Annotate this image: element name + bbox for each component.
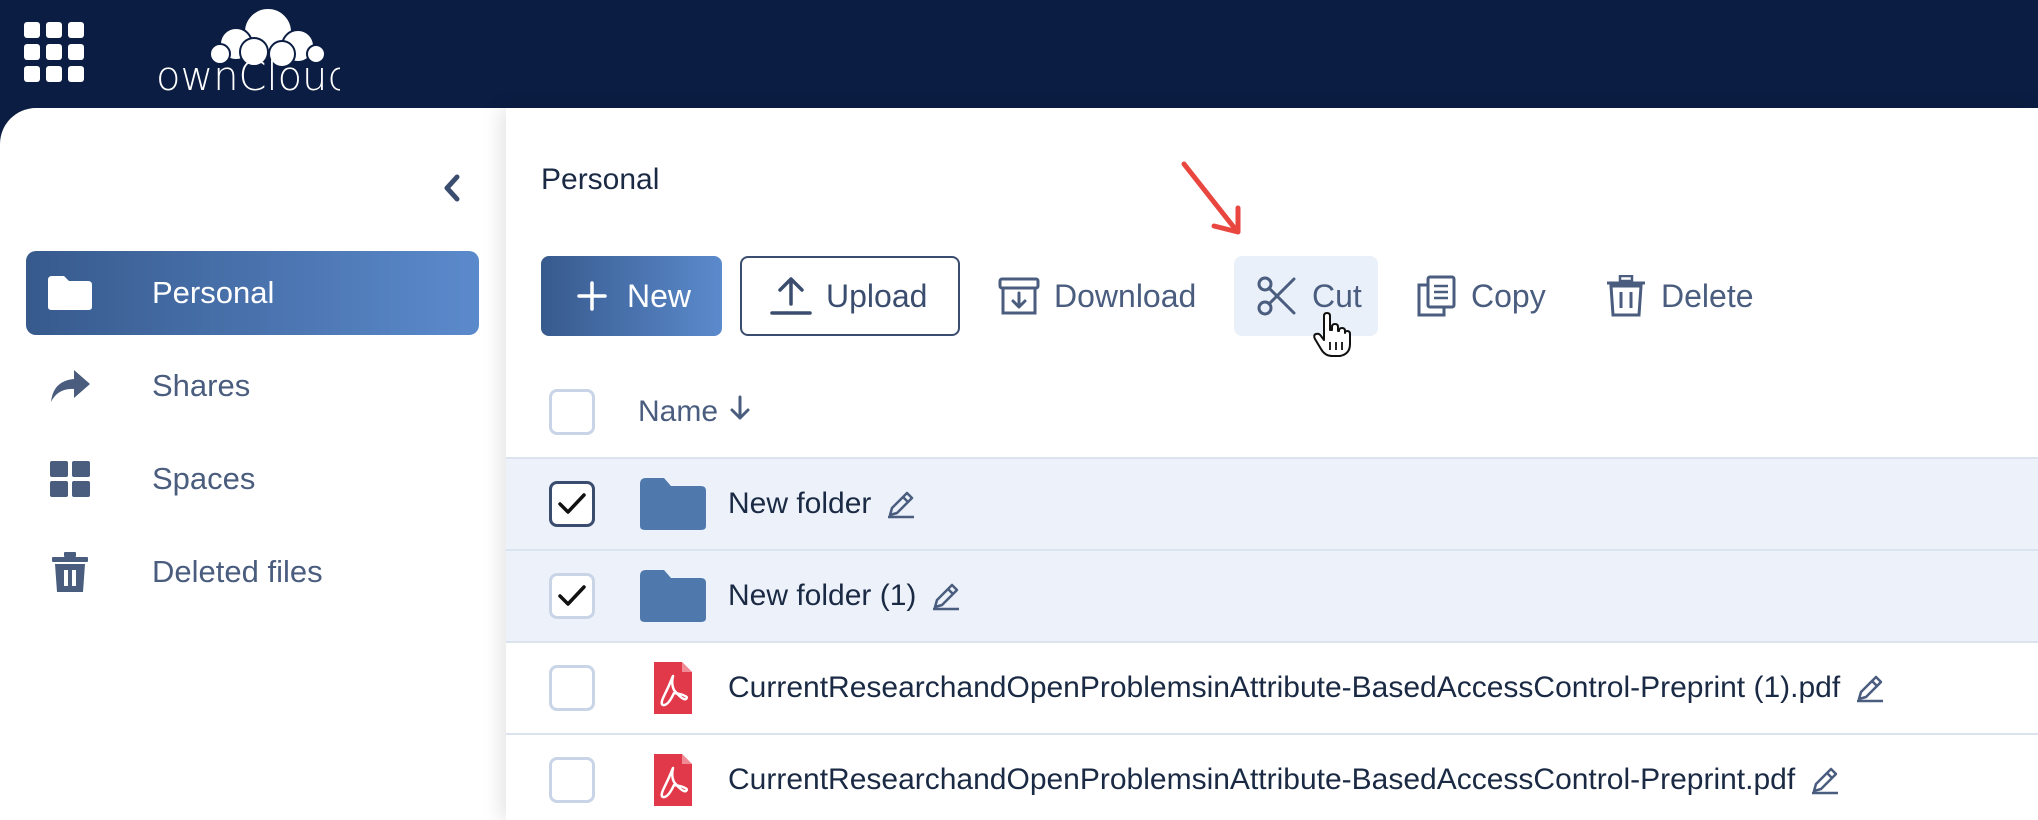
folder-icon [638, 568, 708, 624]
file-name-text: New folder [728, 487, 872, 520]
file-name-link[interactable]: CurrentResearchandOpenProblemsinAttribut… [728, 671, 1886, 705]
sidebar-item-label: Spaces [152, 461, 256, 496]
row-checkbox[interactable] [549, 573, 595, 619]
grid-dot [46, 44, 62, 60]
table-row[interactable]: New folder [506, 459, 2038, 551]
top-bar: ownCloud [0, 0, 2038, 108]
download-button-label: Download [1054, 277, 1197, 314]
collapse-sidebar-button[interactable] [432, 168, 472, 208]
grid-dot [24, 22, 40, 38]
copy-button-label: Copy [1471, 277, 1546, 314]
new-button[interactable]: New [541, 256, 722, 336]
file-name-text: CurrentResearchandOpenProblemsinAttribut… [728, 671, 1841, 704]
select-all-checkbox[interactable] [549, 388, 595, 435]
folder-icon [44, 267, 96, 319]
table-row[interactable]: New folder (1) [506, 551, 2038, 643]
table-header: Name [506, 366, 2038, 459]
toolbar: New Upload Download Cut Copy Delete [541, 256, 2021, 336]
trash-icon [44, 546, 96, 598]
table-row[interactable]: CurrentResearchandOpenProblemsinAttribut… [506, 643, 2038, 735]
file-name-link[interactable]: New folder (1) [728, 579, 962, 613]
upload-button-label: Upload [826, 277, 928, 314]
name-header-label: Name [638, 394, 719, 428]
delete-button[interactable]: Delete [1603, 256, 1773, 336]
row-checkbox[interactable] [549, 481, 595, 527]
file-name-link[interactable]: New folder [728, 487, 917, 521]
sidebar-item-label: Personal [152, 275, 275, 310]
file-name-text: CurrentResearchandOpenProblemsinAttribut… [728, 763, 1796, 796]
sidebar-item-deleted-files[interactable]: Deleted files [26, 530, 479, 614]
trash-icon [1603, 273, 1649, 319]
grid-dot [46, 66, 62, 82]
upload-button[interactable]: Upload [740, 256, 960, 336]
sidebar-nav: Personal Shares Spaces Deleted files [26, 251, 479, 623]
breadcrumb-personal[interactable]: Personal [541, 163, 659, 197]
sidebar-item-personal[interactable]: Personal [26, 251, 479, 335]
sort-arrow-down-icon [728, 394, 752, 430]
checkmark-icon [558, 585, 586, 606]
delete-button-label: Delete [1661, 277, 1754, 314]
name-column-header[interactable]: Name [638, 394, 752, 430]
pencil-icon[interactable] [1854, 672, 1886, 704]
table-row[interactable]: CurrentResearchandOpenProblemsinAttribut… [506, 735, 2038, 820]
sidebar-item-label: Shares [152, 368, 251, 403]
grid-dot [68, 44, 84, 60]
app-switcher-button[interactable] [24, 22, 84, 82]
upload-icon [768, 273, 814, 319]
sidebar-item-shares[interactable]: Shares [26, 344, 479, 428]
plus-icon [569, 273, 615, 319]
sidebar-item-spaces[interactable]: Spaces [26, 437, 479, 521]
scissors-icon [1254, 273, 1300, 319]
folder-icon [638, 476, 708, 532]
sidebar-item-label: Deleted files [152, 554, 323, 589]
grid-dot [68, 66, 84, 82]
grid-dot [46, 22, 62, 38]
file-name-text: New folder (1) [728, 579, 917, 612]
cut-button[interactable]: Cut [1234, 256, 1378, 336]
annotation-arrow-icon [1181, 161, 1241, 235]
grid-dot [68, 22, 84, 38]
row-checkbox[interactable] [549, 757, 595, 803]
pointer-hand-icon [1313, 312, 1351, 357]
new-button-label: New [627, 277, 692, 314]
copy-button[interactable]: Copy [1413, 256, 1553, 336]
grid-icon [44, 453, 96, 505]
main-content: Personal New Upload Download Cut Copy De… [506, 108, 2038, 820]
copy-icon [1413, 273, 1459, 319]
file-name-link[interactable]: CurrentResearchandOpenProblemsinAttribut… [728, 763, 1841, 797]
share-arrow-icon [44, 360, 96, 412]
download-button[interactable]: Download [996, 256, 1216, 336]
archive-download-icon [996, 273, 1042, 319]
row-checkbox[interactable] [549, 665, 595, 711]
cut-button-label: Cut [1312, 277, 1362, 314]
pdf-file-icon [652, 660, 694, 716]
pencil-icon[interactable] [885, 488, 917, 520]
files-table: Name New folder New folder (1) CurrentRe… [506, 366, 2038, 820]
pencil-icon[interactable] [1809, 764, 1841, 796]
grid-dot [24, 44, 40, 60]
pdf-file-icon [652, 752, 694, 808]
logo-text: ownCloud [156, 54, 340, 96]
grid-dot [24, 66, 40, 82]
chevron-left-icon [444, 174, 460, 202]
checkmark-icon [558, 493, 586, 514]
pencil-icon[interactable] [930, 580, 962, 612]
owncloud-logo[interactable]: ownCloud [150, 4, 340, 96]
sidebar: Personal Shares Spaces Deleted files [0, 108, 506, 820]
